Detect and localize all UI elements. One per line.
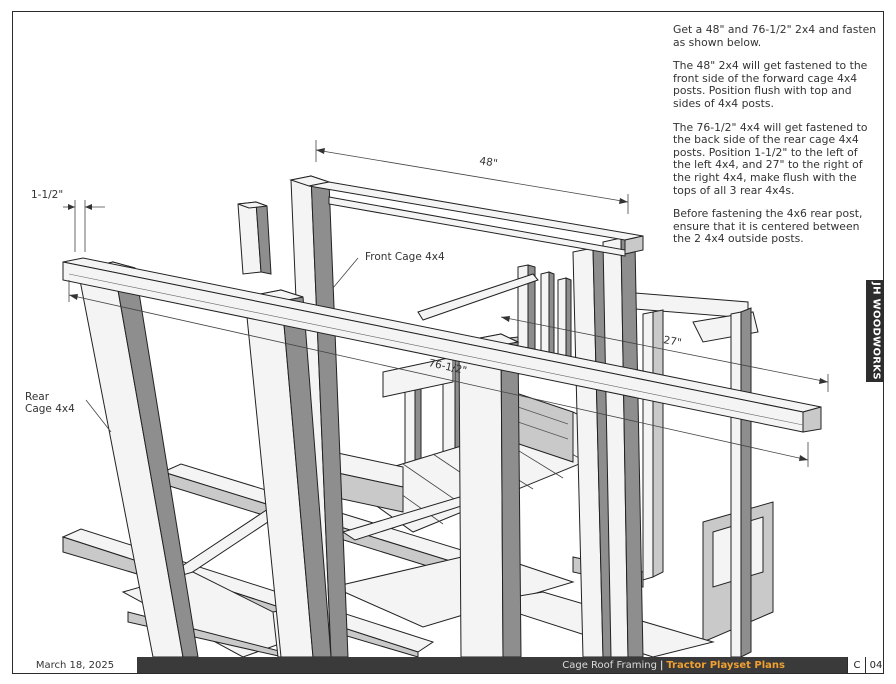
page-number: 04: [865, 657, 883, 673]
rear-beam-76in: [62, 257, 822, 433]
page-footer: March 18, 2025 Cage Roof Framing | Tractor…: [13, 657, 883, 673]
brand-side-tab: JH WOODWORKS: [866, 280, 883, 382]
brand-name: JH WOODWORKS: [870, 282, 881, 380]
section-title: Cage Roof Framing: [562, 660, 657, 671]
project-title: Tractor Playset Plans: [666, 660, 785, 671]
instructions-panel: Get a 48" and 76-1/2" 2x4 and fasten as …: [673, 23, 878, 257]
instruction-step-1: Get a 48" and 76-1/2" 2x4 and fasten as …: [673, 23, 877, 49]
front-2x4-48in: [308, 181, 644, 257]
section-letter: C: [847, 657, 866, 673]
offset-label: 1-1/2": [31, 189, 63, 201]
footer-date: March 18, 2025: [13, 657, 138, 673]
rear-cage-label-line1: Rear: [25, 391, 50, 403]
footer-title-bar: Cage Roof Framing | Tractor Playset Plans: [137, 657, 847, 673]
plan-sheet: 1-1/2" 48" Front Cage 4x4 76-1/2" 27" Re…: [12, 11, 884, 674]
length-48-label: 48": [479, 155, 499, 170]
rear-structure: [622, 291, 774, 657]
instruction-step-3: The 76-1/2" 4x4 will get fastened to the…: [673, 120, 868, 197]
front-cage-label: Front Cage 4x4: [365, 251, 445, 263]
instruction-step-2: The 48" 2x4 will get fastened to the fro…: [673, 59, 868, 110]
instruction-step-4: Before fastening the 4x6 rear post, ensu…: [673, 207, 863, 246]
title-separator: |: [659, 660, 664, 671]
length-27-label: 27": [662, 334, 682, 349]
rear-cage-label-line2: Cage 4x4: [25, 403, 75, 415]
